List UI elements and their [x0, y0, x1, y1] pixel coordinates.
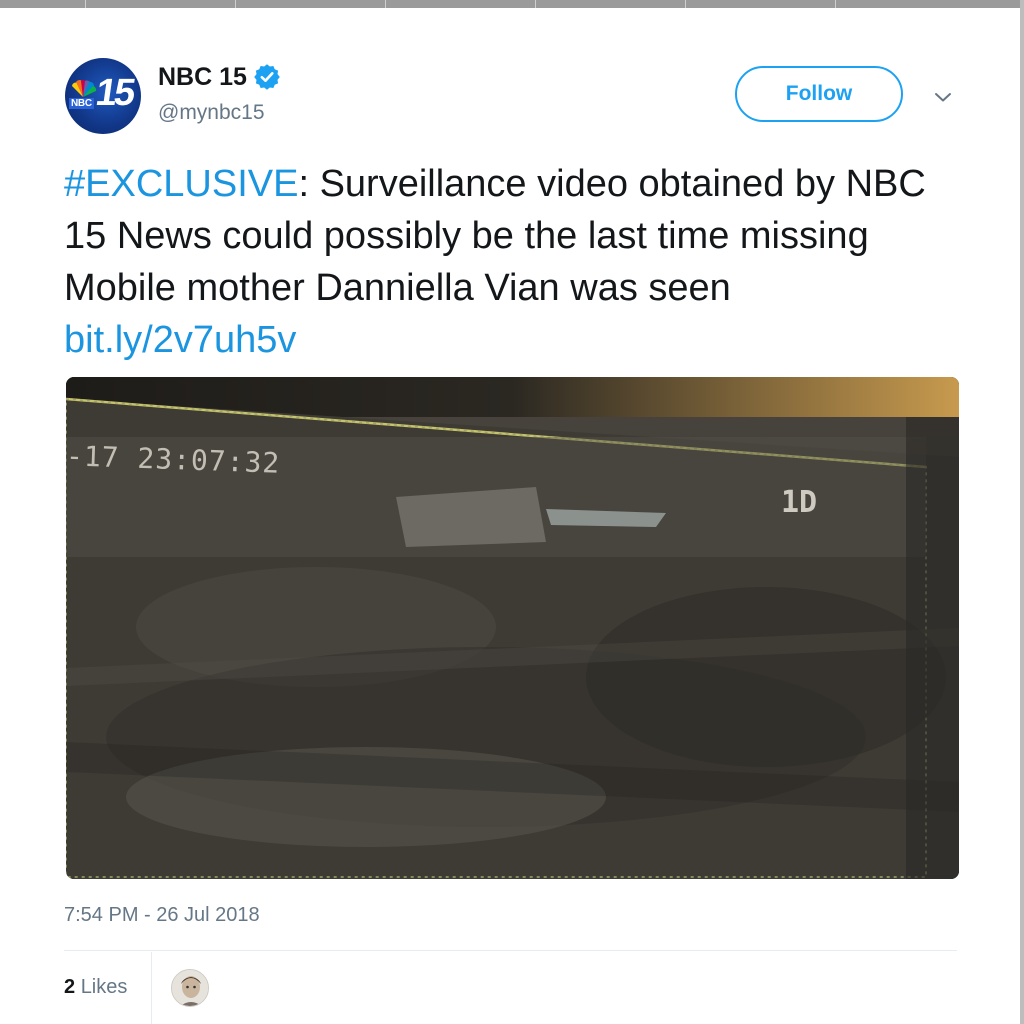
liker-avatar-image: [172, 970, 208, 1006]
likes-label: Likes: [80, 976, 128, 998]
background-edge: [1020, 0, 1024, 1024]
avatar-badge-text: NBC: [69, 98, 94, 109]
account-name-row: NBC 15: [158, 60, 280, 94]
background-strip: [0, 0, 1024, 8]
liker-avatar[interactable]: [171, 969, 209, 1007]
tweet-text: #EXCLUSIVE: Surveillance video obtained …: [64, 158, 964, 366]
account-avatar[interactable]: NBC 15: [65, 58, 141, 134]
chevron-down-icon[interactable]: [931, 85, 955, 109]
hashtag-link[interactable]: #EXCLUSIVE: [64, 163, 298, 205]
follow-button[interactable]: Follow: [735, 66, 903, 122]
avatar-number: 15: [93, 72, 136, 114]
likes-divider: [151, 952, 152, 1024]
account-handle[interactable]: @mynbc15: [158, 101, 265, 125]
video-overlay-label: 1D: [781, 485, 818, 520]
stats-divider: [64, 950, 957, 951]
likes-count[interactable]: 2 Likes: [64, 976, 127, 999]
tweet-timestamp[interactable]: 7:54 PM - 26 Jul 2018: [64, 904, 260, 927]
peacock-logo-icon: [72, 80, 97, 97]
tweet-card: NBC 15 NBC 15 @mynbc15 Follow #EXCLUSIVE…: [0, 8, 1020, 1024]
tweet-link[interactable]: bit.ly/2v7uh5v: [64, 319, 296, 361]
likes-number: 2: [64, 976, 76, 998]
verified-badge-icon: [254, 64, 280, 90]
tweet-media-video[interactable]: -17 23:07:32 1D: [66, 377, 959, 879]
account-display-name[interactable]: NBC 15: [158, 63, 247, 92]
